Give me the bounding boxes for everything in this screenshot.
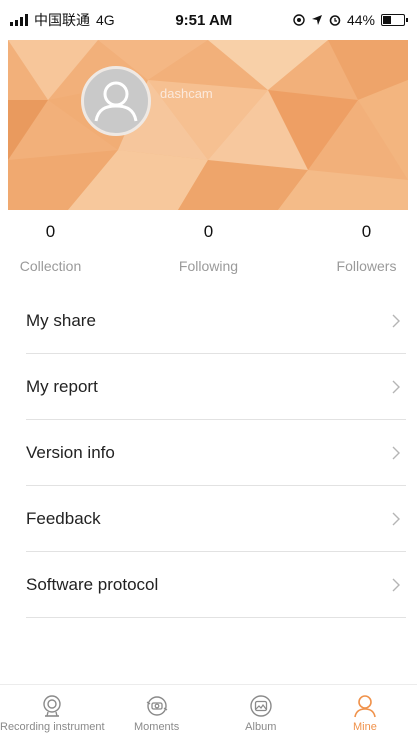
stat-label: Collection — [19, 258, 82, 274]
status-time: 9:51 AM — [175, 11, 233, 29]
stat-label: Following — [178, 258, 239, 274]
tab-label: Recording instrument — [0, 721, 105, 733]
avatar[interactable] — [81, 66, 151, 136]
tab-bar: Recording instrument Moments Album Mine — [0, 684, 417, 741]
profile-banner: dashcam — [8, 40, 408, 210]
menu-item-label: Version info — [26, 442, 115, 462]
moments-icon — [146, 696, 167, 716]
alarm-icon — [329, 15, 341, 26]
chevron-right-icon — [386, 311, 406, 331]
stat-value: 0 — [45, 222, 56, 241]
stat-followers[interactable]: 0 Followers — [297, 218, 417, 274]
menu-item-my-share[interactable]: My share — [26, 288, 406, 354]
tab-label: Moments — [134, 721, 180, 733]
menu-item-label: Feedback — [26, 508, 101, 528]
tab-mine[interactable]: Mine — [313, 685, 417, 741]
banner-background — [8, 40, 408, 210]
chevron-right-icon — [386, 575, 406, 595]
stat-collection[interactable]: 0 Collection — [0, 218, 120, 274]
camera-icon — [43, 695, 61, 717]
chevron-right-icon — [386, 509, 406, 529]
chevron-right-icon — [386, 377, 406, 397]
network-type: 4G — [96, 12, 115, 28]
menu-item-version-info[interactable]: Version info — [26, 420, 406, 486]
battery-icon — [381, 14, 408, 26]
tab-album[interactable]: Album — [209, 685, 313, 741]
menu-item-label: My share — [26, 310, 96, 330]
tab-label: Mine — [352, 721, 377, 733]
battery-fill — [383, 16, 391, 24]
tab-moments[interactable]: Moments — [105, 685, 209, 741]
menu-item-software-protocol[interactable]: Software protocol — [26, 552, 406, 618]
menu-item-feedback[interactable]: Feedback — [26, 486, 406, 552]
menu-item-label: Software protocol — [26, 574, 159, 594]
menu-item-my-report[interactable]: My report — [26, 354, 406, 420]
stat-value: 0 — [203, 222, 214, 241]
username[interactable]: dashcam — [160, 86, 213, 101]
status-bar: 中国联通 4G 9:51 AM 44% — [0, 0, 417, 40]
navigation-icon — [311, 15, 322, 25]
person-icon — [354, 695, 376, 718]
stat-following[interactable]: 0 Following — [139, 218, 278, 274]
battery-percent: 44% — [346, 12, 375, 28]
status-right: 44% — [293, 12, 408, 28]
status-left: 中国联通 4G — [10, 10, 115, 30]
person-icon — [94, 81, 138, 122]
album-icon — [250, 695, 272, 717]
tab-label: Album — [245, 721, 277, 733]
location-icon — [293, 14, 305, 26]
menu-item-label: My report — [26, 376, 98, 396]
chevron-right-icon — [386, 443, 406, 463]
stat-label: Followers — [336, 258, 397, 274]
stats-row: 0 Collection 0 Following 0 Followers — [0, 218, 417, 274]
stat-value: 0 — [361, 222, 372, 241]
menu-list: My share My report Version info Feedback… — [26, 288, 406, 618]
tab-recording-instrument[interactable]: Recording instrument — [0, 685, 105, 741]
signal-icon — [10, 14, 28, 26]
carrier-name: 中国联通 — [34, 12, 90, 28]
